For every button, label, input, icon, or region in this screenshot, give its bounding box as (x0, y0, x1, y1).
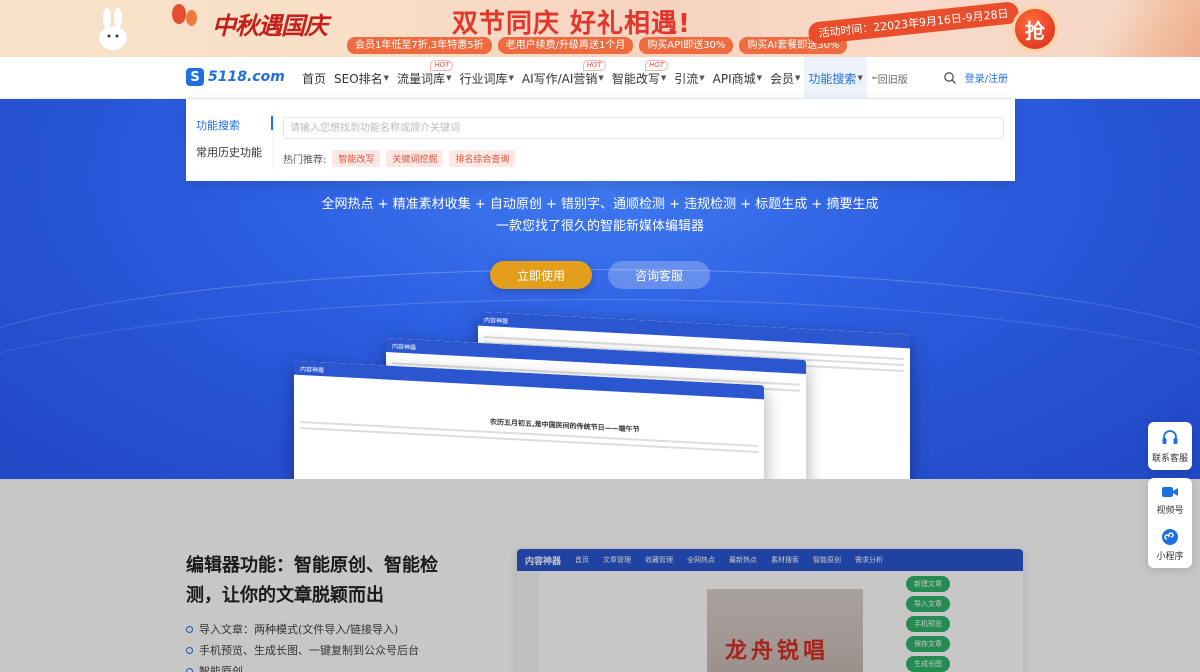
nav-item-membership[interactable]: 会员 ▼ (766, 57, 804, 99)
caret-down-icon: ▼ (660, 74, 667, 82)
promo-pill: 会员1年低至7折,3年特惠5折 (347, 37, 492, 54)
nav-label: SEO排名 (334, 71, 383, 86)
site-logo[interactable]: S 5118.com (186, 68, 285, 86)
login-link[interactable]: 登录/注册 (965, 70, 1008, 85)
divider (273, 109, 274, 171)
nav-item-traffic[interactable]: 引流 ▼ (670, 57, 708, 99)
nav-item-industry-words[interactable]: 行业词库 ▼ (455, 57, 517, 99)
caret-down-icon: ▼ (598, 74, 604, 82)
contact-service-button[interactable]: 咨询客服 (608, 261, 710, 289)
lantern-icon (172, 4, 186, 24)
use-now-button[interactable]: 立即使用 (490, 261, 592, 289)
social-float: 视频号 小程序 (1148, 478, 1192, 568)
nav-label: 行业词库 (459, 71, 508, 86)
nav-label: 流量词库 (397, 71, 446, 86)
nav-menu: 首页 SEO排名 ▼ 流量词库 ▼ HOT 行业词库 ▼ AI写作/AI营销 ▼ HOT 智… (298, 57, 912, 99)
tab-history[interactable]: 常用历史功能 (196, 144, 262, 160)
nav-item-old-version[interactable]: ⇐ 回旧版 (867, 57, 912, 99)
festival-title: 中秋遇国庆 (212, 11, 328, 40)
video-channel-item[interactable]: 视频号 (1148, 478, 1192, 522)
caret-down-icon: ▼ (756, 74, 763, 82)
caret-down-icon: ▼ (857, 74, 863, 82)
nav-item-traffic-words[interactable]: 流量词库 ▼ HOT (393, 57, 455, 99)
rabbit-icon (99, 8, 127, 50)
nav-label: 引流 (674, 71, 699, 86)
feature-search-input[interactable] (283, 117, 1004, 139)
nav-item-feature-search[interactable]: 功能搜索 ▼ (804, 57, 867, 99)
nav-label: API商城 (712, 71, 756, 86)
feature-search-dropdown: 功能搜索 常用历史功能 热门推荐: 智能改写 关键词挖掘 排名综合查询 (186, 99, 1015, 181)
tab-feature-search[interactable]: 功能搜索 (196, 117, 240, 133)
mini-program-item[interactable]: 小程序 (1148, 522, 1192, 568)
mock-brand: 内容神器 (484, 316, 509, 325)
logo-text: 5118.com (208, 69, 285, 85)
hot-tag-keyword-mining[interactable]: 关键词挖掘 (386, 150, 444, 167)
hot-badge: HOT (582, 60, 606, 71)
nav-right: 登录/注册 (943, 70, 1008, 85)
caret-down-icon: ▼ (508, 74, 514, 82)
leaves-decoration (1080, 0, 1200, 57)
promo-banner[interactable]: 中秋遇国庆 双节同庆 好礼相遇! 会员1年低至7折,3年特惠5折 老用户续费/升… (0, 0, 1200, 57)
event-time: 活动时间：22023年9月16日-9月28日 (807, 1, 1020, 45)
caret-down-icon: ▼ (699, 74, 705, 82)
banner-headline: 双节同庆 好礼相遇! (452, 9, 691, 39)
search-icon[interactable] (943, 71, 957, 85)
logo-mark-icon: S (186, 68, 204, 86)
promo-pill: 老用户续费/升级再送1个月 (497, 37, 634, 54)
nav-label: 会员 (770, 71, 795, 86)
nav-item-ai-writing[interactable]: AI写作/AI营销 ▼ HOT (518, 57, 608, 99)
hot-label: 热门推荐: (283, 155, 327, 166)
hot-tag-rank-query[interactable]: 排名综合查询 (449, 150, 516, 167)
nav-item-seo-rank[interactable]: SEO排名 ▼ (330, 57, 393, 99)
hot-tag-smart-rewrite[interactable]: 智能改写 (332, 150, 381, 167)
nav-item-home[interactable]: 首页 (298, 57, 330, 99)
video-icon (1162, 487, 1178, 497)
mini-program-icon (1162, 529, 1178, 545)
mock-brand: 内容神器 (300, 365, 325, 374)
float-label: 小程序 (1156, 552, 1184, 562)
mock-brand: 内容神器 (392, 342, 417, 352)
grab-button[interactable]: 抢 (1012, 6, 1058, 52)
dim-overlay (0, 479, 1200, 672)
promo-pills: 会员1年低至7折,3年特惠5折 老用户续费/升级再送1个月 购买API即送30%… (347, 37, 848, 54)
lantern-icon (186, 10, 197, 26)
float-label: 视频号 (1156, 506, 1184, 516)
float-label: 联系客服 (1151, 454, 1188, 464)
promo-pill: 购买API即送30% (639, 37, 734, 54)
nav-label: 回旧版 (877, 74, 908, 86)
nav-item-api-store[interactable]: API商城 ▼ (709, 57, 766, 99)
nav-label: 功能搜索 (808, 71, 857, 86)
hot-badge: HOT (430, 60, 454, 71)
nav-label: AI写作/AI营销 (521, 71, 598, 86)
nav-label: 智能改写 (611, 71, 660, 86)
nav-label: 首页 (302, 71, 327, 86)
hero-subtitle: 一款您找了很久的智能新媒体编辑器 (495, 219, 704, 234)
caret-down-icon: ▼ (383, 74, 390, 82)
caret-down-icon: ▼ (446, 74, 452, 82)
contact-service-item[interactable]: 联系客服 (1148, 422, 1192, 470)
nav-item-smart-rewrite[interactable]: 智能改写 ▼ HOT (608, 57, 670, 99)
hot-badge: HOT (645, 60, 669, 71)
hot-recommendations: 热门推荐: 智能改写 关键词挖掘 排名综合查询 (283, 150, 516, 167)
headset-icon (1162, 430, 1178, 444)
top-nav: S 5118.com 首页 SEO排名 ▼ 流量词库 ▼ HOT 行业词库 ▼ AI写作… (0, 57, 1200, 99)
contact-service-float[interactable]: 联系客服 (1148, 422, 1192, 470)
hero-tagline: 全网热点 + 精准素材收集 + 自动原创 + 错别字、通顺检测 + 违规检测 +… (321, 197, 879, 212)
dropdown-tabs: 功能搜索 常用历史功能 (186, 99, 274, 181)
caret-down-icon: ▼ (795, 74, 801, 82)
